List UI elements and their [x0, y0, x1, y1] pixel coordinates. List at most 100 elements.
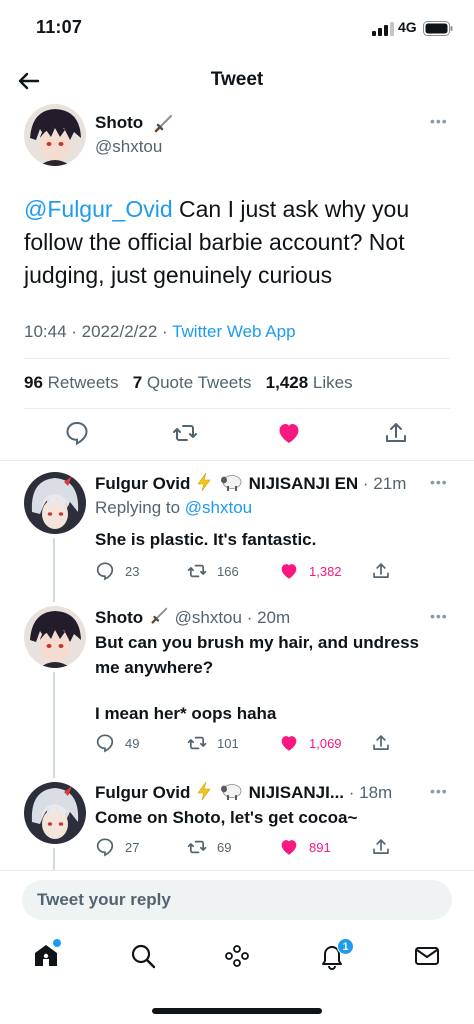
divider	[0, 870, 474, 871]
quotes-stat[interactable]: 7 Quote Tweets	[133, 373, 252, 392]
reply-count: 49	[125, 735, 140, 751]
reply-button[interactable]: 49	[95, 733, 139, 753]
more-options-icon[interactable]: •••	[430, 783, 448, 799]
reply-author-name[interactable]: Fulgur Ovid	[95, 474, 190, 493]
divider	[0, 460, 474, 461]
reply-icon[interactable]	[64, 420, 90, 446]
page-title: Tweet	[210, 69, 264, 90]
more-options-icon[interactable]: •••	[430, 608, 448, 624]
divider	[24, 408, 450, 409]
like-count: 891	[309, 839, 331, 855]
top-bar: Tweet	[0, 56, 474, 106]
like-button[interactable]: 1,069	[279, 733, 342, 753]
like-button[interactable]: 891	[279, 837, 331, 857]
reply-icon	[96, 838, 114, 857]
like-icon-filled	[281, 840, 297, 855]
thread-line	[53, 672, 55, 778]
fulgur-avatar[interactable]	[24, 472, 86, 534]
status-time: 11:07	[36, 17, 83, 37]
share-button[interactable]	[371, 561, 391, 581]
divider	[24, 358, 450, 359]
reply-input[interactable]: Tweet your reply	[22, 880, 452, 920]
share-button[interactable]	[371, 733, 391, 753]
more-options-icon[interactable]: •••	[430, 113, 448, 129]
lightning-emoji-icon	[197, 781, 211, 801]
share-icon	[373, 563, 389, 578]
spaces-icon[interactable]	[223, 942, 251, 970]
mention-link[interactable]: @Fulgur_Ovid	[24, 196, 173, 222]
reply-author-name[interactable]: Shoto	[95, 608, 143, 627]
retweet-button[interactable]: 166	[187, 561, 239, 581]
retweet-icon	[187, 564, 207, 578]
fulgur-avatar[interactable]	[24, 782, 86, 844]
reply-text-second: I mean her* oops haha	[95, 704, 277, 723]
reply-text: Come on Shoto, let's get cocoa~	[95, 808, 358, 827]
more-options-icon[interactable]: •••	[430, 474, 448, 490]
reply-header: Shoto @shxtou · 20m	[95, 606, 290, 628]
reply-time[interactable]: · 18m	[349, 783, 392, 802]
network-type: 4G	[398, 19, 417, 35]
retweet-count: 166	[217, 563, 239, 579]
sheep-emoji-icon	[220, 784, 242, 800]
reply-count: 27	[125, 839, 140, 855]
reply-actions: 27 69 891	[95, 837, 395, 857]
tweet-source-link[interactable]: Twitter Web App	[172, 322, 295, 341]
reply-actions: 23 166 1,382	[95, 561, 395, 581]
reply-header: Fulgur Ovid NIJISANJI EN · 21m	[95, 472, 406, 494]
retweet-button[interactable]: 101	[187, 733, 239, 753]
reply-icon	[96, 734, 114, 753]
tweet-meta: 10:44 · 2022/2/22 · Twitter Web App	[24, 322, 296, 342]
like-count: 1,382	[309, 563, 342, 579]
signal-icon	[372, 22, 394, 36]
author-handle[interactable]: @shxtou	[95, 137, 162, 157]
reply-button[interactable]: 27	[95, 837, 139, 857]
bottom-nav	[0, 930, 474, 990]
like-icon-filled[interactable]	[276, 420, 302, 446]
shoto-avatar[interactable]	[24, 606, 86, 668]
share-icon	[373, 735, 389, 750]
share-icon[interactable]	[383, 420, 409, 446]
replying-to: Replying to @shxtou	[95, 498, 253, 517]
retweet-button[interactable]: 69	[187, 837, 231, 857]
author-name[interactable]: Shoto	[95, 113, 143, 133]
retweet-count: 69	[217, 839, 232, 855]
thread-line	[53, 848, 55, 870]
reply-time[interactable]: · 20m	[247, 608, 290, 627]
like-button[interactable]: 1,382	[279, 561, 342, 581]
reply-author-handle[interactable]: @shxtou	[175, 608, 242, 627]
sword-emoji-icon	[151, 607, 168, 624]
shoto-avatar[interactable]	[24, 104, 86, 166]
share-button[interactable]	[371, 837, 391, 857]
replying-to-link[interactable]: @shxtou	[185, 498, 252, 517]
tweet-text: @Fulgur_Ovid Can I just ask why you foll…	[24, 193, 454, 292]
tweet-stats: 96 Retweets 7 Quote Tweets 1,428 Likes	[24, 373, 353, 393]
sword-emoji-icon	[154, 114, 173, 133]
sheep-emoji-icon	[220, 475, 242, 491]
reply-time[interactable]: · 21m	[363, 474, 406, 493]
reply-actions: 49 101 1,069	[95, 733, 395, 753]
reply-author-org[interactable]: NIJISANJI...	[249, 783, 344, 802]
search-icon[interactable]	[129, 942, 157, 970]
retweet-count: 101	[217, 735, 239, 751]
notification-badge: 1	[337, 938, 354, 955]
reply-count: 23	[125, 563, 140, 579]
home-new-indicator	[53, 939, 61, 947]
likes-stat[interactable]: 1,428 Likes	[266, 373, 353, 392]
like-icon-filled	[281, 564, 297, 579]
messages-icon[interactable]	[413, 942, 441, 970]
status-bar: 11:07 4G	[0, 0, 474, 56]
reply-icon	[96, 562, 114, 581]
reply-text: But can you brush my hair, and undress m…	[95, 633, 420, 677]
reply-author-name[interactable]: Fulgur Ovid	[95, 783, 190, 802]
reply-button[interactable]: 23	[95, 561, 139, 581]
home-indicator[interactable]	[152, 1008, 322, 1014]
thread-line	[53, 538, 55, 602]
reply-author-org[interactable]: NIJISANJI EN	[249, 474, 359, 493]
share-icon	[373, 839, 389, 854]
reply-header: Fulgur Ovid NIJISANJI... · 18m	[95, 781, 392, 803]
retweet-icon[interactable]	[172, 420, 198, 446]
retweets-stat[interactable]: 96 Retweets	[24, 373, 119, 392]
tweet-timestamp: 10:44 · 2022/2/22 ·	[24, 322, 173, 341]
like-icon-filled	[281, 736, 297, 751]
reply-text: She is plastic. It's fantastic.	[95, 530, 317, 549]
